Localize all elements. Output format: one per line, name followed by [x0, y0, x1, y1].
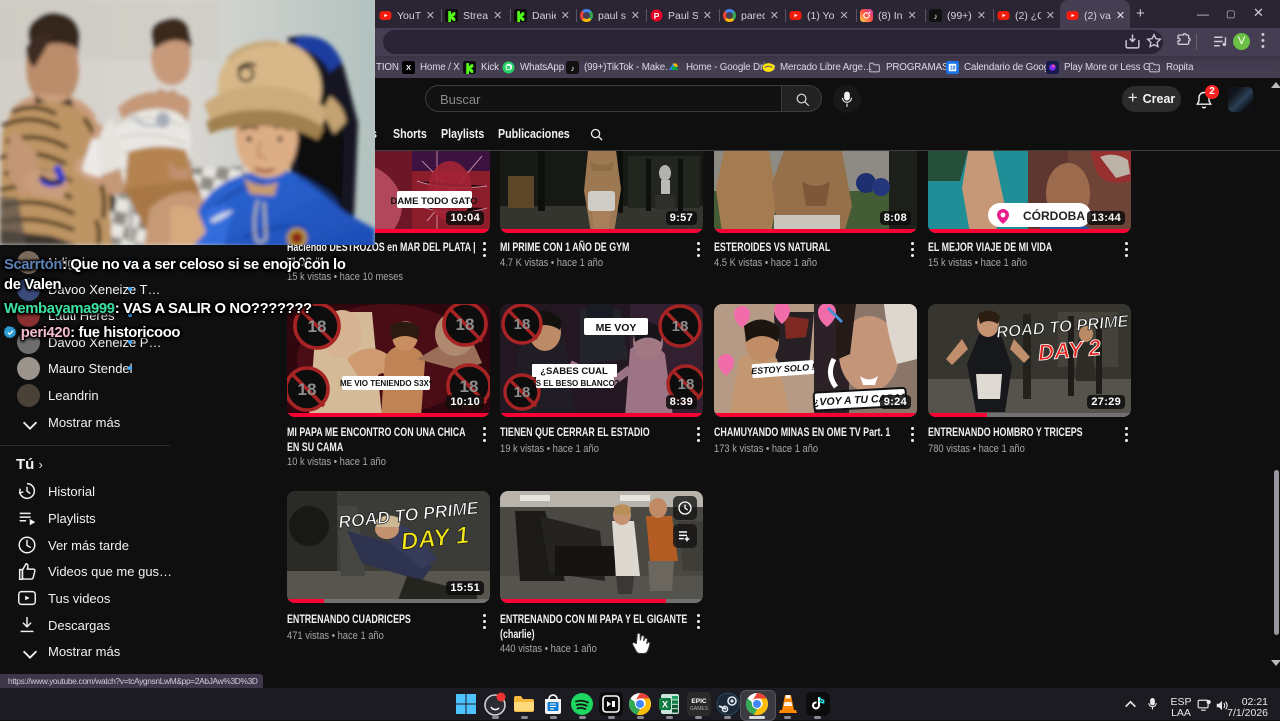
- svg-text:18: 18: [298, 380, 317, 399]
- svg-text:18: 18: [456, 315, 475, 334]
- svg-text:CÓRDOBA: CÓRDOBA: [1023, 208, 1085, 223]
- svg-text:ME VIO TENIENDO S3X*: ME VIO TENIENDO S3X*: [340, 379, 433, 388]
- svg-text:18: 18: [460, 377, 479, 396]
- svg-text:18: 18: [514, 316, 531, 333]
- svg-text:18: 18: [308, 317, 327, 336]
- svg-text:P: P: [654, 11, 660, 21]
- svg-text:X: X: [406, 63, 411, 72]
- svg-text:ME VOY: ME VOY: [596, 322, 637, 334]
- svg-text:DAME TODO GATO: DAME TODO GATO: [390, 196, 477, 207]
- svg-text:18: 18: [672, 318, 689, 335]
- svg-text:X: X: [662, 700, 668, 710]
- svg-text:EPIC: EPIC: [691, 698, 706, 705]
- svg-text:♪: ♪: [933, 12, 937, 21]
- svg-text:¿SABES CUAL: ¿SABES CUAL: [540, 366, 608, 377]
- svg-text:ES EL BESO BLANCO?: ES EL BESO BLANCO?: [530, 379, 619, 388]
- svg-text:18: 18: [514, 384, 531, 401]
- svg-text:18: 18: [950, 65, 956, 71]
- svg-text:GAMES: GAMES: [690, 706, 709, 712]
- svg-text:♪: ♪: [571, 63, 575, 72]
- svg-text:18: 18: [678, 376, 695, 393]
